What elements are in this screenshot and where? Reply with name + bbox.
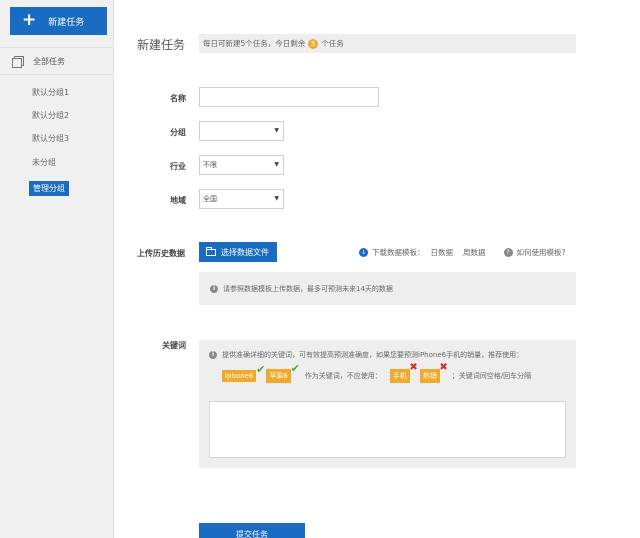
chevron-down-icon: ▼ xyxy=(274,195,279,202)
choose-data-file-label: 选择数据文件 xyxy=(221,247,269,257)
sidebar-item-group-1[interactable]: 默认分组1 xyxy=(32,87,69,98)
quota-suffix: 个任务 xyxy=(321,39,344,48)
industry-label: 行业 xyxy=(170,162,186,171)
quota-count-badge: 5 xyxy=(308,38,319,49)
bad-keyword-tag: 热销 ✖ xyxy=(419,362,448,383)
choose-data-file-button[interactable]: 选择数据文件 xyxy=(199,242,277,262)
region-label: 地域 xyxy=(170,196,186,205)
upload-hint-box: i 请参照数据模板上传数据，最多可预测未来14天的数据 xyxy=(199,272,576,305)
how-to-use-template-link[interactable]: 如何使用模板? xyxy=(517,247,566,258)
checkmark-icon: ✔ xyxy=(290,362,300,375)
template-download-area: ↓ 下载数据模板： 日数据 周数据 ? 如何使用模板? xyxy=(359,247,565,258)
weekly-template-link[interactable]: 周数据 xyxy=(463,247,486,258)
industry-select[interactable]: 不限 ▼ xyxy=(199,155,284,175)
download-icon: ↓ xyxy=(359,248,368,257)
quota-info-bar: 每日可新建5个任务，今日剩余 5 个任务 xyxy=(199,34,576,53)
region-select[interactable]: 全国 ▼ xyxy=(199,189,284,209)
copy-icon xyxy=(12,55,24,68)
cross-icon: ✖ xyxy=(439,362,448,373)
group-select[interactable]: ▼ xyxy=(199,121,284,141)
quota-prefix: 每日可新建5个任务，今日剩余 xyxy=(203,39,306,48)
info-icon: i xyxy=(210,284,218,293)
good-keyword-tag: iphone6 ✔ xyxy=(222,363,265,382)
keywords-tail-text: ；关键词间空格/回车分隔 xyxy=(451,372,532,380)
new-task-button[interactable]: + 新建任务 xyxy=(10,7,107,35)
daily-template-link[interactable]: 日数据 xyxy=(431,247,454,258)
sidebar: + 新建任务 全部任务 默认分组1 默认分组2 默认分组3 未分组 管理分组 xyxy=(0,0,114,538)
folder-icon xyxy=(206,246,216,256)
sidebar-item-group-2[interactable]: 默认分组2 xyxy=(32,110,69,121)
upload-history-label: 上传历史数据 xyxy=(137,249,185,258)
sidebar-item-ungrouped[interactable]: 未分组 xyxy=(32,157,56,168)
download-template-label: 下载数据模板： xyxy=(372,248,425,257)
region-select-value: 全国 xyxy=(203,195,217,203)
page-title: 新建任务 xyxy=(137,38,186,52)
help-icon: ? xyxy=(503,248,513,257)
sidebar-item-all-tasks[interactable]: 全部任务 xyxy=(0,47,113,75)
chevron-down-icon: ▼ xyxy=(274,127,279,134)
keywords-hint: i 提供准确详细的关键词，可有效提高预测准确度，如果您要预测iPhone6手机的… xyxy=(209,350,523,360)
keywords-mid-text: 作为关键词，不应使用： xyxy=(304,372,382,380)
upload-hint-text: 请参照数据模板上传数据，最多可预测未来14天的数据 xyxy=(223,284,393,293)
bad-keyword-text: 手机 xyxy=(392,372,407,380)
keyword-examples: iphone6 ✔ 苹果6 ✔ 作为关键词，不应使用： 手机 ✖ 热销 ✖ ；关… xyxy=(222,362,532,383)
good-keyword-text: iphone6 xyxy=(225,372,254,380)
info-icon: i xyxy=(209,351,217,359)
sidebar-item-label: 全部任务 xyxy=(33,56,65,66)
keywords-panel: i 提供准确详细的关键词，可有效提高预测准确度，如果您要预测iPhone6手机的… xyxy=(199,340,576,468)
group-label: 分组 xyxy=(170,128,186,137)
submit-task-button[interactable]: 提交任务 xyxy=(199,523,305,538)
manage-groups-button[interactable]: 管理分组 xyxy=(29,181,69,196)
cross-icon: ✖ xyxy=(409,362,418,373)
keywords-hint-text: 提供准确详细的关键词，可有效提高预测准确度，如果您要预测iPhone6手机的销量… xyxy=(222,351,524,359)
keywords-textarea[interactable] xyxy=(209,401,566,458)
good-keyword-tag: 苹果6 ✔ xyxy=(266,362,300,383)
checkmark-icon: ✔ xyxy=(256,363,266,376)
bad-keyword-tag: 手机 ✖ xyxy=(389,362,418,383)
name-label: 名称 xyxy=(170,94,186,103)
sidebar-item-group-3[interactable]: 默认分组3 xyxy=(32,133,69,144)
chevron-down-icon: ▼ xyxy=(274,161,279,168)
keywords-label: 关键词 xyxy=(162,341,186,350)
bad-keyword-text: 热销 xyxy=(422,372,437,380)
industry-select-value: 不限 xyxy=(203,161,217,169)
name-input[interactable] xyxy=(199,87,379,107)
plus-icon: + xyxy=(22,9,37,30)
new-task-label: 新建任务 xyxy=(48,17,85,28)
good-keyword-text: 苹果6 xyxy=(269,372,288,380)
